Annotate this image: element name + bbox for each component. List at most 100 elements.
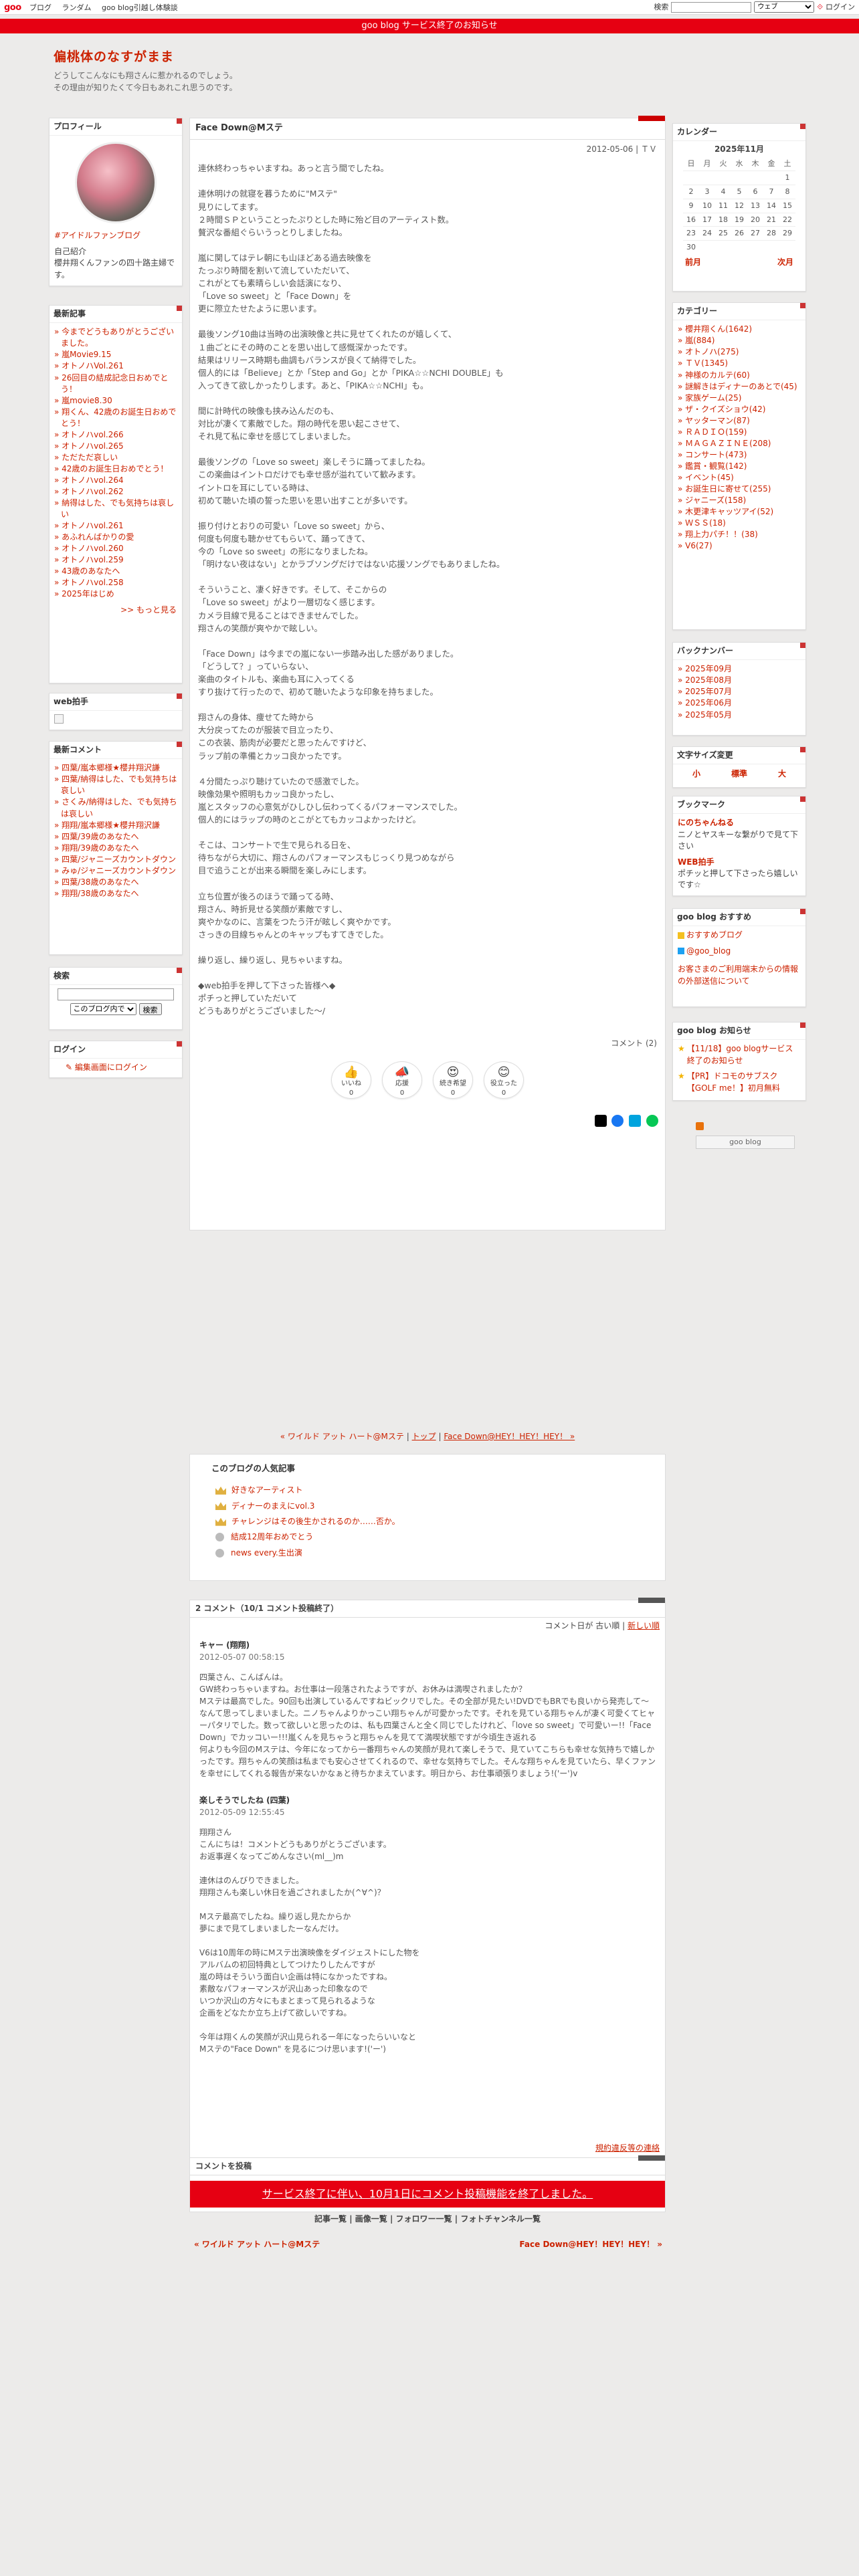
search-scope-select[interactable]: ウェブ	[754, 1, 815, 13]
calendar-day[interactable]: 8	[779, 184, 795, 199]
calendar-day[interactable]: 16	[683, 212, 699, 227]
photo-channel-link[interactable]: フォトチャンネル一覧	[460, 2214, 541, 2224]
font-medium-button[interactable]: 標準	[731, 768, 747, 780]
next-entry-link[interactable]: Face Down@HEY！HEY！HEY！ »	[444, 1432, 575, 1441]
recent-post-link[interactable]: 43歳のあなたへ	[54, 566, 177, 577]
blog-search-button[interactable]: 検索	[138, 1003, 162, 1016]
category-link[interactable]: コンサート(473)	[678, 449, 801, 461]
goo-blog-x-link[interactable]: @goo_blog	[686, 946, 731, 956]
reaction-button[interactable]: 😍 続き希望 0	[433, 1061, 473, 1099]
category-link[interactable]: 木更津キャッツアイ(52)	[678, 506, 801, 518]
calendar-day[interactable]: 12	[731, 198, 747, 213]
category-link[interactable]: ザ・クイズショウ(42)	[678, 404, 801, 415]
category-link[interactable]: ジャニーズ(158)	[678, 495, 801, 506]
popular-link[interactable]: 結成12周年おめでとう	[231, 1531, 313, 1543]
font-small-button[interactable]: 小	[692, 768, 700, 780]
recent-comment-link[interactable]: 翔翔/39歳のあなたへ	[54, 843, 177, 854]
rss-icon[interactable]	[696, 1122, 704, 1130]
calendar-day[interactable]: 14	[763, 198, 779, 213]
admin-login-link[interactable]: 編集画面にログイン	[75, 1063, 147, 1072]
comment-count[interactable]: コメント (2)	[190, 1018, 665, 1053]
goo-logo[interactable]: goo	[4, 2, 21, 15]
goo-blog-badge[interactable]: goo blog	[696, 1136, 795, 1149]
calendar-day[interactable]: 17	[699, 212, 715, 227]
recent-post-link[interactable]: あふれんばかりの愛	[54, 532, 177, 543]
recent-comment-link[interactable]: みゅ/ジャニーズカウントダウン	[54, 865, 177, 877]
recent-post-link[interactable]: 翔くん、42歳のお誕生日おめでとう！	[54, 407, 177, 429]
footer-next-link[interactable]: Face Down@HEY！HEY！HEY！ »	[508, 2239, 662, 2250]
calendar-day[interactable]: 15	[779, 198, 795, 213]
recent-comment-link[interactable]: 四葉/嵐本郷様★櫻井翔沢謙	[54, 762, 177, 774]
backnumber-link[interactable]: 2025年09月	[678, 663, 801, 675]
recent-post-link[interactable]: 納得はした、でも気持ちは哀しい	[54, 498, 177, 520]
nav-blog[interactable]: ブログ	[29, 3, 52, 12]
calendar-day[interactable]: 18	[715, 212, 731, 227]
blog-search-input[interactable]	[58, 988, 174, 1001]
calendar-day[interactable]: 1	[779, 170, 795, 185]
blog-search-scope[interactable]: このブログ内で	[70, 1003, 136, 1016]
recent-post-link[interactable]: オトノハvol.265	[54, 441, 177, 452]
recent-comment-link[interactable]: 四葉/38歳のあなたへ	[54, 877, 177, 888]
calendar-day[interactable]: 11	[715, 198, 731, 213]
backnumber-link[interactable]: 2025年05月	[678, 710, 801, 721]
category-link[interactable]: 家族ゲーム(25)	[678, 393, 801, 404]
bookmark-link[interactable]: WEB拍手	[678, 857, 801, 868]
more-link[interactable]: >> もっと見る	[50, 603, 182, 617]
popular-link[interactable]: 好きなアーティスト	[231, 1485, 303, 1496]
facebook-share-icon[interactable]	[611, 1114, 624, 1127]
recent-post-link[interactable]: オトノハVol.261	[54, 360, 177, 372]
external-send-notice[interactable]: お客さまのご利用端末からの情報の外部送信について	[678, 964, 801, 987]
category-link[interactable]: ＲＡＤＩＯ(159)	[678, 427, 801, 438]
nav-random[interactable]: ランダム	[62, 3, 92, 12]
article-title[interactable]: Face Down@Mステ	[190, 116, 665, 140]
prev-entry-link[interactable]: « ワイルド アット ハート@Mステ	[280, 1432, 404, 1441]
category-link[interactable]: 神様のカルテ(60)	[678, 370, 801, 381]
calendar-day[interactable]: 3	[699, 184, 715, 199]
hatena-share-icon[interactable]	[629, 1114, 642, 1127]
recent-comment-link[interactable]: さくみ/納得はした、でも気持ちは哀しい	[54, 796, 177, 819]
service-end-notice[interactable]: goo blog サービス終了のお知らせ	[0, 19, 859, 33]
blog-title[interactable]: 偏桃体のなすがまま	[54, 48, 803, 67]
calendar-day[interactable]: 20	[747, 212, 763, 227]
footer-prev-link[interactable]: « ワイルド アット ハート@Mステ	[194, 2239, 320, 2250]
reaction-button[interactable]: 📣 応援 0	[382, 1061, 422, 1099]
popular-link[interactable]: news every.生出演	[231, 1547, 302, 1559]
calendar-day[interactable]: 2	[683, 184, 699, 199]
web-clap-image[interactable]	[54, 714, 64, 724]
calendar-next[interactable]: 次月	[777, 257, 793, 268]
font-large-button[interactable]: 大	[778, 768, 786, 780]
bookmark-link[interactable]: にのちゃんねる	[678, 817, 801, 829]
calendar-day[interactable]: 5	[731, 184, 747, 199]
recent-post-link[interactable]: 26回目の結成記念日おめでとう！	[54, 372, 177, 395]
backnumber-link[interactable]: 2025年07月	[678, 686, 801, 697]
nav-migration[interactable]: goo blog引越し体験談	[102, 3, 178, 12]
backnumber-link[interactable]: 2025年08月	[678, 675, 801, 686]
calendar-day[interactable]: 25	[715, 226, 731, 241]
calendar-day[interactable]: 19	[731, 212, 747, 227]
category-link[interactable]: 鑑賞・観覧(142)	[678, 461, 801, 472]
category-link[interactable]: ヤッターマン(87)	[678, 415, 801, 427]
reaction-button[interactable]: 👍 いいね 0	[331, 1061, 371, 1099]
category-link[interactable]: 翔上力パチ！！(38)	[678, 529, 801, 540]
recent-post-link[interactable]: オトノハvol.258	[54, 577, 177, 588]
calendar-day[interactable]: 13	[747, 198, 763, 213]
calendar-day[interactable]: 6	[747, 184, 763, 199]
recent-post-link[interactable]: オトノハvol.261	[54, 520, 177, 532]
category-link[interactable]: ＴＶ(1345)	[678, 358, 801, 369]
search-input[interactable]	[671, 1, 752, 13]
calendar-day[interactable]: 23	[683, 226, 699, 241]
all-posts-link[interactable]: 記事一覧	[314, 2214, 347, 2224]
image-list-link[interactable]: 画像一覧	[355, 2214, 387, 2224]
recent-comment-link[interactable]: 翔翔/38歳のあなたへ	[54, 888, 177, 899]
login-link[interactable]: ログイン	[826, 2, 855, 13]
popular-link[interactable]: チャレンジはその後生かされるのか……否か。	[231, 1516, 400, 1527]
calendar-day[interactable]: 28	[763, 226, 779, 241]
calendar-day[interactable]: 30	[683, 240, 699, 255]
popular-link[interactable]: ディナーのまえにvol.3	[231, 1501, 314, 1512]
category-link[interactable]: お誕生日に寄せて(255)	[678, 484, 801, 495]
comment-closed-banner[interactable]: サービス終了に伴い、10月1日にコメント投稿機能を終了しました。	[190, 2181, 665, 2208]
recent-post-link[interactable]: オトノハvol.264	[54, 475, 177, 486]
category-link[interactable]: V6(27)	[678, 540, 801, 552]
top-link[interactable]: トップ	[412, 1432, 436, 1441]
report-link[interactable]: 規約違反等の連絡	[595, 2143, 660, 2154]
